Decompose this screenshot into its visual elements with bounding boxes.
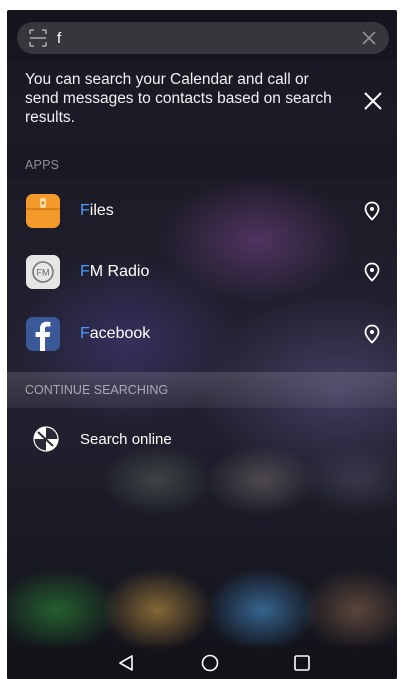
search-input[interactable] — [57, 27, 337, 49]
scan-icon[interactable] — [29, 29, 47, 47]
match-highlight: F — [80, 202, 90, 219]
location-pin-icon[interactable] — [362, 324, 382, 344]
app-name: FM Radio — [80, 263, 149, 281]
tip-text: You can search your Calendar and call or… — [25, 71, 332, 126]
close-icon[interactable] — [363, 91, 383, 111]
search-online-label: Search online — [80, 431, 172, 448]
search-bar[interactable] — [17, 22, 389, 54]
app-result-facebook[interactable]: Facebook — [7, 305, 397, 363]
tip-panel: You can search your Calendar and call or… — [7, 60, 397, 140]
home-circle-icon[interactable] — [200, 653, 220, 673]
app-name-rest: M Radio — [89, 263, 150, 280]
continue-header-label: CONTINUE SEARCHING — [25, 383, 169, 397]
apps-header-label: APPS — [25, 158, 60, 172]
facebook-app-icon — [26, 317, 60, 351]
search-online-row[interactable]: Search online — [7, 412, 397, 466]
match-highlight: F — [80, 325, 90, 342]
close-icon[interactable] — [361, 30, 377, 46]
match-highlight: F — [80, 263, 90, 280]
recent-square-icon[interactable] — [292, 653, 312, 673]
fm-radio-app-icon: FM — [26, 255, 60, 289]
files-app-icon — [26, 194, 60, 228]
app-result-fm-radio[interactable]: FM FM Radio — [7, 243, 397, 301]
navigation-bar — [7, 645, 397, 679]
app-name: Facebook — [80, 325, 150, 343]
apps-section-header: APPS — [7, 148, 397, 180]
location-pin-icon[interactable] — [362, 262, 382, 282]
back-triangle-icon[interactable] — [117, 653, 137, 673]
app-name-rest: iles — [89, 202, 114, 219]
app-result-files[interactable]: Files — [7, 182, 397, 240]
app-name-rest: acebook — [89, 325, 151, 342]
svg-text:FM: FM — [37, 268, 50, 278]
continue-section-header: CONTINUE SEARCHING — [7, 372, 397, 408]
browser-globe-icon — [33, 426, 59, 452]
app-name: Files — [80, 202, 114, 220]
location-pin-icon[interactable] — [362, 201, 382, 221]
